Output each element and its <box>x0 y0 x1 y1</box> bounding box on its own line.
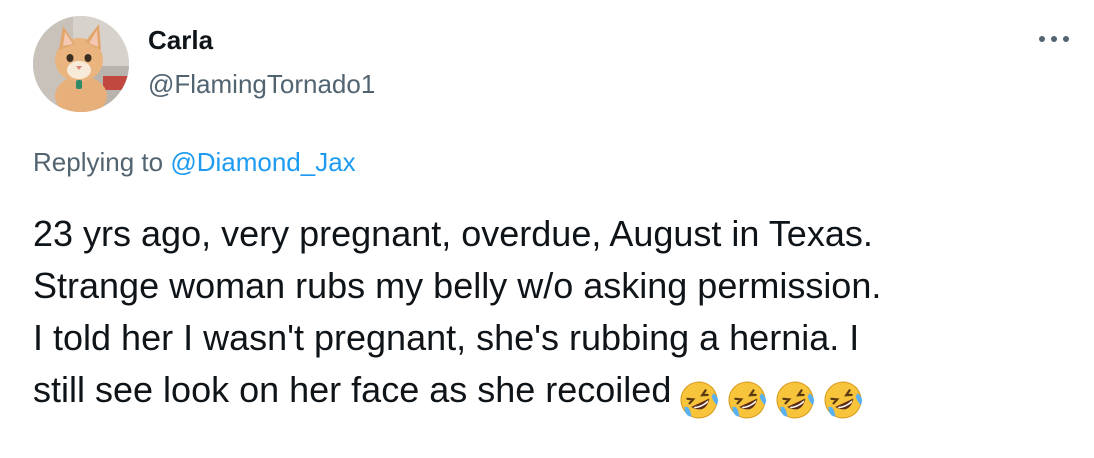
more-dot <box>1051 36 1057 42</box>
reply-mention-link[interactable]: @Diamond_Jax <box>170 147 355 177</box>
cat-avatar-image <box>33 16 129 112</box>
display-name[interactable]: Carla <box>148 24 213 56</box>
rolling-on-floor-laughing-icon <box>725 378 769 422</box>
more-options-button[interactable] <box>1036 34 1072 44</box>
rolling-on-floor-laughing-icon <box>821 378 865 422</box>
reply-context: Replying to @Diamond_Jax <box>33 146 356 178</box>
more-dot <box>1063 36 1069 42</box>
tweet-text: 23 yrs ago, very pregnant, overdue, Augu… <box>33 208 1083 424</box>
tweet-line-text: still see look on her face as she recoil… <box>33 369 672 410</box>
more-horizontal-icon <box>1039 36 1045 42</box>
tweet-line: 23 yrs ago, very pregnant, overdue, Augu… <box>33 213 873 254</box>
tweet-line: I told her I wasn't pregnant, she's rubb… <box>33 317 860 358</box>
tweet-line-last: still see look on her face as she recoil… <box>33 364 1083 424</box>
reply-prefix: Replying to <box>33 147 164 177</box>
emoji-row <box>677 372 869 424</box>
tweet-line: Strange woman rubs my belly w/o asking p… <box>33 265 882 306</box>
avatar[interactable] <box>33 16 129 112</box>
rolling-on-floor-laughing-icon <box>677 378 721 422</box>
rolling-on-floor-laughing-icon <box>773 378 817 422</box>
user-handle[interactable]: @FlamingTornado1 <box>148 68 375 100</box>
